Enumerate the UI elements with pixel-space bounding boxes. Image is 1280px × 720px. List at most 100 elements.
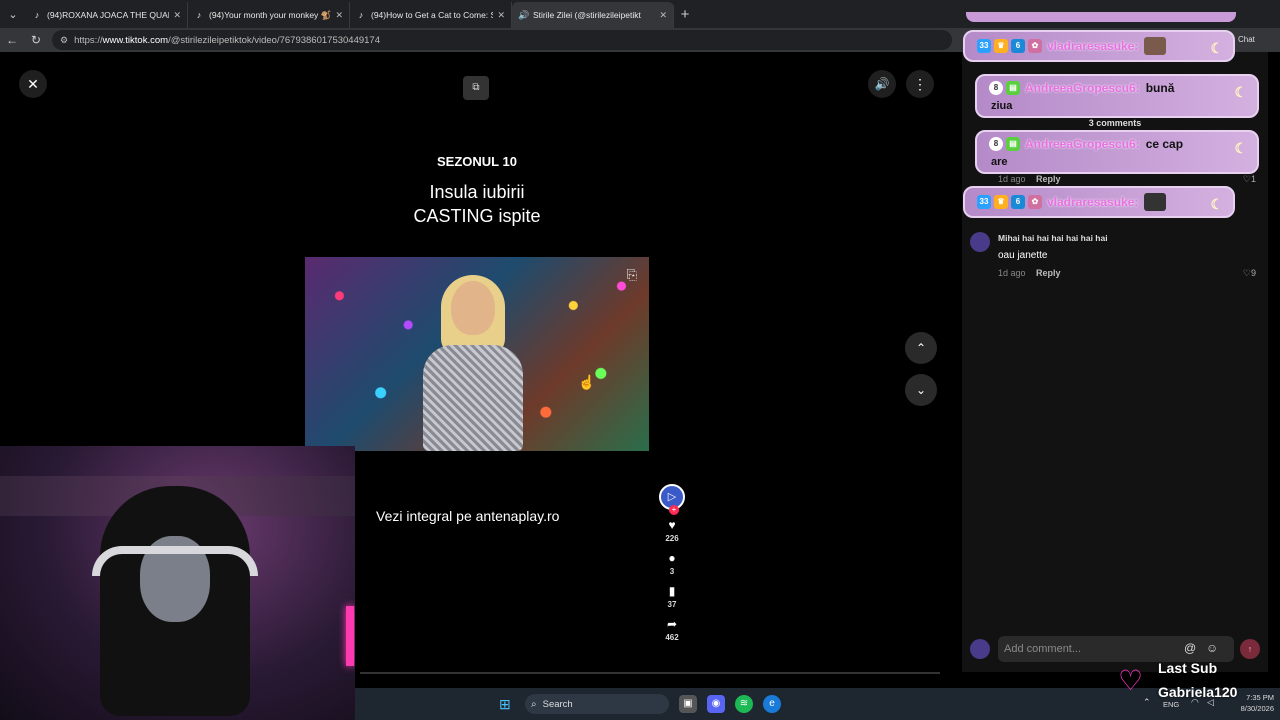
picture-in-picture-icon[interactable]: ⧉ [463,76,489,100]
comment-bubble-icon[interactable]: ● [655,551,689,565]
heart-icon[interactable]: ♥ [655,518,689,532]
last-sub-name: Gabriela120 [1158,684,1238,700]
taskbar-search[interactable]: ⌕ Search [525,694,669,714]
save-action[interactable]: ▮ 37 [655,584,689,609]
site-info-icon[interactable]: ⚙ [60,35,68,46]
new-tab-plus-icon[interactable]: + [674,6,696,23]
search-label: Search [542,698,573,710]
action-column: ▷ + ♥ 226 ● 3 ▮ 37 ➦ 462 [655,484,689,642]
screen-cast-icon: ⎘ [626,267,637,282]
last-sub-title: Last Sub [1158,660,1218,676]
mention-at-icon[interactable]: @ [1184,641,1196,655]
heart-outline-icon[interactable]: ♡ [1243,174,1251,184]
gift-badge-icon: ▤ [1006,137,1020,151]
reload-icon[interactable]: ↻ [24,33,48,47]
browser-tab-1[interactable]: ♪ (94)ROXANA JOACA THE QUARRY ✕ [26,2,188,28]
previous-video-chevron-up-icon[interactable]: ⌃ [905,332,937,364]
reply-link[interactable]: Reply [1036,174,1061,184]
follow-plus-icon[interactable]: + [669,505,679,515]
add-comment-input[interactable] [998,636,1234,662]
url-domain: www.tiktok.com [102,34,169,46]
browser-tab-4-active[interactable]: 🔊 Stirile Zilei (@stirilezileipetikt ✕ [512,2,674,28]
avatar[interactable] [970,232,990,252]
windows-start-icon[interactable]: ⊞ [499,696,511,713]
tray-chevron-up-icon[interactable]: ⌃ [1143,697,1151,708]
discord-icon[interactable]: ◉ [707,695,725,713]
more-options-icon[interactable]: ⋮ [906,70,934,98]
moon-icon: ☾ [1234,84,1247,100]
next-video-chevron-down-icon[interactable]: ⌄ [905,374,937,406]
close-tab-icon[interactable]: ✕ [659,10,667,21]
show-title: Insula iubirii CASTING ispite [0,180,954,228]
url-field[interactable]: ⚙ https://www.tiktok.com/@stirilezileipe… [52,30,952,50]
share-count: 462 [665,633,679,642]
chat-username: AndreeaGropescu6: [1025,81,1140,95]
streamer-figure [80,486,270,720]
chat-message-3: 8 ▤ AndreeaGropescu6: ce cap are ☾ [975,130,1259,174]
crown-badge-icon: ♛ [994,39,1008,53]
url-path: /@stirilezileipetiktok/video/76793860175… [168,34,380,46]
woman-in-sequin-dress-figure [423,275,523,451]
show-title-line-1: Insula iubirii [429,182,525,202]
task-view-icon[interactable]: ▣ [679,695,697,713]
tiktok-icon: ♪ [34,10,40,20]
emoji-icon[interactable]: ☺ [1206,641,1218,655]
heart-icon: ♡ [1118,665,1144,696]
comment-like[interactable]: ♡1 [1243,174,1256,185]
close-tab-icon[interactable]: ✕ [497,10,505,21]
creator-avatar[interactable]: ▷ + [659,484,685,515]
keyboard-language[interactable]: ENG [1163,700,1179,709]
comment-like-count: 1 [1250,174,1256,184]
reply-link[interactable]: Reply [1036,268,1061,278]
close-video-button[interactable]: ✕ [19,70,47,98]
gift-badge-icon: 6 [1011,195,1025,209]
sub-badge-icon: 33 [977,195,991,209]
comment-text: oau janette [998,250,1048,261]
tab-label: (94)ROXANA JOACA THE QUARRY [47,10,169,20]
close-tab-icon[interactable]: ✕ [173,10,181,21]
bookmark-icon[interactable]: ▮ [655,584,689,598]
heart-outline-icon[interactable]: ♡ [1243,268,1251,278]
comment-like[interactable]: ♡9 [1243,268,1256,279]
share-arrow-icon[interactable]: ➦ [655,617,689,631]
moon-icon: ☾ [1234,140,1247,156]
chat-text: bună [1145,81,1175,95]
comment-action[interactable]: ● 3 [655,551,689,576]
speaker-icon: 🔊 [518,10,530,20]
share-action[interactable]: ➦ 462 [655,617,689,642]
cat-badge-icon: ✿ [1028,39,1042,53]
tab-search-chevron-icon[interactable]: ⌄ [0,0,26,28]
browser-tab-3[interactable]: ♪ (94)How to Get a Cat to Come: Say ✕ [350,2,512,28]
chat-label: Chat [1238,35,1255,44]
send-arrow-icon[interactable]: ↑ [1240,639,1260,659]
comment-item: Mihai hai hai hai hai hai hai oau janett… [970,232,1260,284]
tiktok-icon: ♪ [358,10,364,20]
save-count: 37 [667,600,677,609]
close-tab-icon[interactable]: ✕ [335,10,343,21]
tier-badge-icon: 8 [989,137,1003,151]
chat-username: vladraresasuke: [1047,195,1139,209]
video-progress-bar[interactable] [360,672,940,674]
neon-light [346,606,354,666]
spotify-icon[interactable]: ≋ [735,695,753,713]
like-action[interactable]: ♥ 226 [655,518,689,543]
video-frame-image: ⎘ [305,257,649,451]
screen: ⌄ ♪ (94)ROXANA JOACA THE QUARRY ✕ ♪ (94)… [0,0,1280,720]
volume-icon[interactable]: 🔊 [868,70,896,98]
chat-username: vladraresasuke: [1047,39,1139,53]
browser-tab-2[interactable]: ♪ (94)Your month your monkey 🐒# ✕ [188,2,350,28]
comments-count-label: 3 comments [1088,118,1142,128]
clock-date: 8/30/2026 [1240,704,1274,713]
comment-time: 1d ago [998,174,1026,184]
webcam-overlay [0,446,355,720]
headphones-icon [92,546,258,576]
sub-badge-icon: 33 [977,39,991,53]
video-caption: Vezi integral pe antenaplay.ro [376,508,560,524]
gift-badge-icon: ▤ [1006,81,1020,95]
moon-icon: ☾ [1210,40,1223,56]
back-arrow-icon[interactable]: ← [0,33,24,47]
comment-meta: 1d ago Reply [998,174,1061,184]
comment-username[interactable]: Mihai hai hai hai hai hai hai [998,233,1108,243]
tab-label: (94)Your month your monkey 🐒# [209,9,332,20]
edge-browser-icon[interactable]: e [763,695,781,713]
